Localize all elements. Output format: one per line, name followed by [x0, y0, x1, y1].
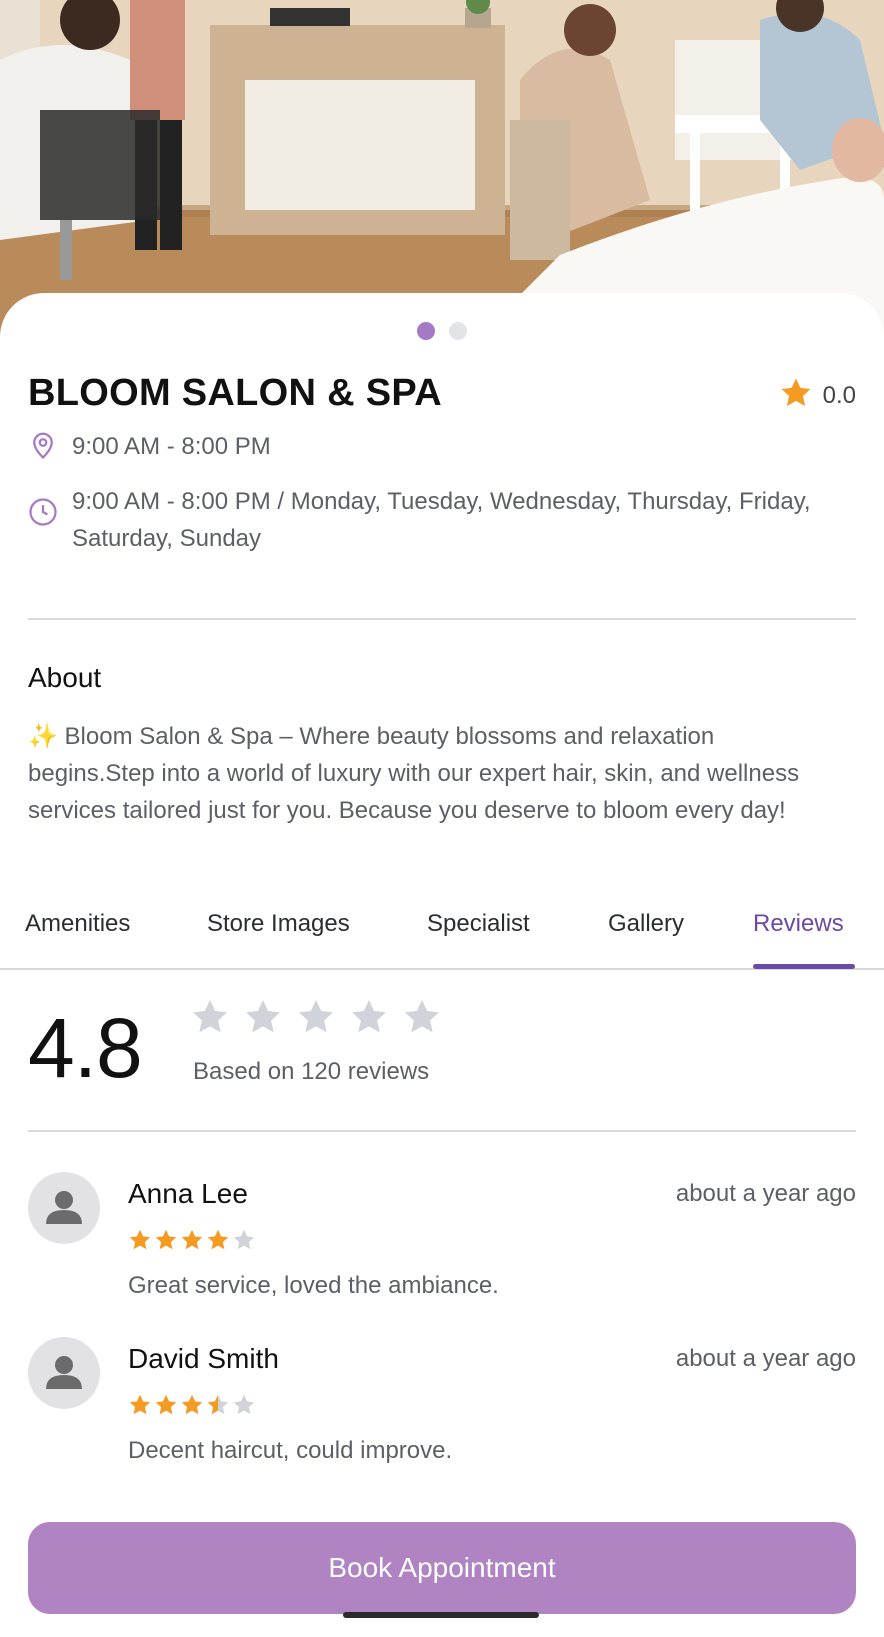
star-icon [349, 997, 389, 1042]
store-rating: 0.0 [779, 376, 856, 415]
review-item: Anna Lee about a year ago Great service,… [28, 1172, 856, 1322]
clock-icon [28, 497, 58, 527]
location-pin-icon [28, 430, 58, 460]
tab-specialist[interactable]: Specialist [427, 910, 530, 938]
store-rating-value: 0.0 [822, 381, 856, 409]
hours-text: 9:00 AM - 8:00 PM / Monday, Tuesday, Wed… [72, 488, 811, 552]
star-icon [232, 1228, 256, 1257]
star-icon [206, 1228, 230, 1257]
tab-store-images[interactable]: Store Images [207, 910, 350, 938]
review-count: Based on 120 reviews [193, 1058, 430, 1085]
store-name: BLOOM SALON & SPA [28, 372, 442, 414]
review-text: Great service, loved the ambiance. [128, 1272, 499, 1299]
reviewer-name: Anna Lee [128, 1178, 248, 1209]
book-appointment-button[interactable]: Book Appointment [28, 1522, 856, 1614]
user-avatar-icon [28, 1172, 100, 1244]
carousel-dot-2[interactable] [449, 322, 467, 340]
review-stars [128, 1393, 256, 1422]
star-icon [128, 1228, 152, 1257]
home-indicator[interactable] [343, 1612, 539, 1618]
review-stars [128, 1228, 256, 1257]
about-heading: About [28, 662, 102, 693]
review-item: David Smith about a year ago Decent hair… [28, 1337, 856, 1487]
star-icon [154, 1393, 178, 1422]
star-icon [402, 997, 442, 1042]
summary-stars [190, 997, 442, 1042]
star-icon [180, 1393, 204, 1422]
star-icon [779, 376, 813, 415]
tab-gallery[interactable]: Gallery [608, 910, 684, 938]
user-avatar-icon [28, 1337, 100, 1409]
divider [28, 618, 856, 620]
tab-active-indicator [753, 964, 855, 969]
average-rating-score: 4.8 [28, 1001, 143, 1095]
tab-reviews[interactable]: Reviews [753, 910, 844, 938]
star-icon [128, 1393, 152, 1422]
review-time: about a year ago [675, 1345, 856, 1372]
star-icon [154, 1228, 178, 1257]
star-icon [190, 997, 230, 1042]
location-row[interactable]: 9:00 AM - 8:00 PM [28, 428, 856, 465]
reviewer-name: David Smith [128, 1343, 279, 1374]
star-icon [232, 1393, 256, 1422]
about-text: ✨ Bloom Salon & Spa – Where beauty bloss… [28, 723, 800, 824]
review-time: about a year ago [675, 1180, 856, 1207]
star-icon [243, 997, 283, 1042]
review-text: Decent haircut, could improve. [128, 1437, 453, 1464]
divider [28, 1130, 856, 1132]
hours-row: 9:00 AM - 8:00 PM / Monday, Tuesday, Wed… [28, 483, 856, 557]
tab-bar: Amenities Store Images Specialist Galler… [0, 900, 884, 970]
carousel-indicator [0, 322, 884, 340]
carousel-dot-1[interactable] [417, 322, 435, 340]
location-text: 9:00 AM - 8:00 PM [72, 433, 271, 460]
tab-amenities[interactable]: Amenities [25, 910, 130, 938]
star-icon [296, 997, 336, 1042]
star-icon [180, 1228, 204, 1257]
star-icon [206, 1393, 230, 1422]
